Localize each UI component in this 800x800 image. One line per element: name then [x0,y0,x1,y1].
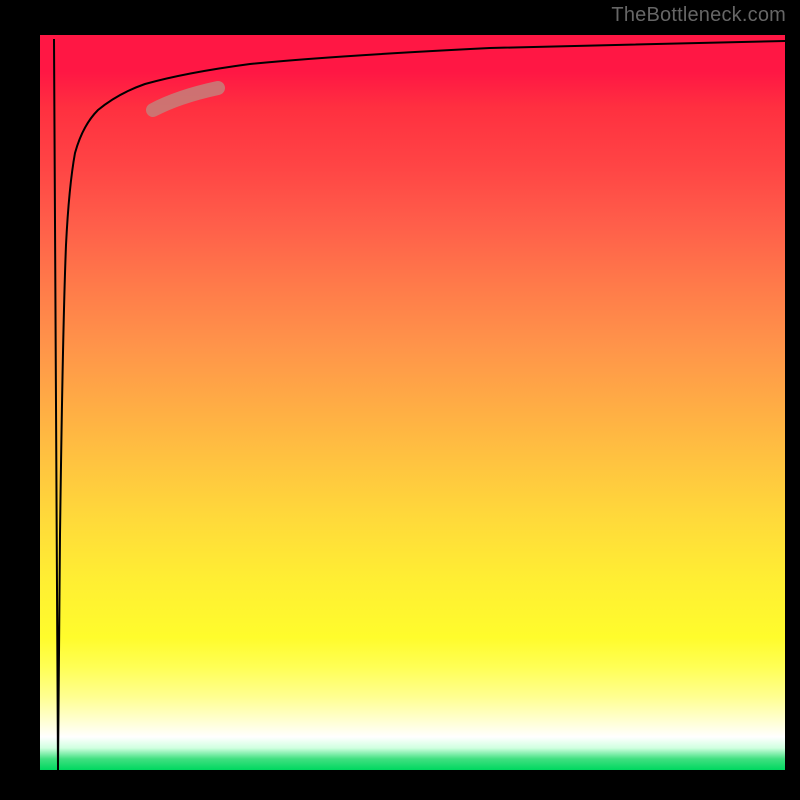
curve-main [54,39,785,770]
curve-highlight [153,88,218,110]
chart-curve-svg [40,35,785,770]
chart-plot-area [40,35,785,770]
watermark-text: TheBottleneck.com [611,4,786,27]
